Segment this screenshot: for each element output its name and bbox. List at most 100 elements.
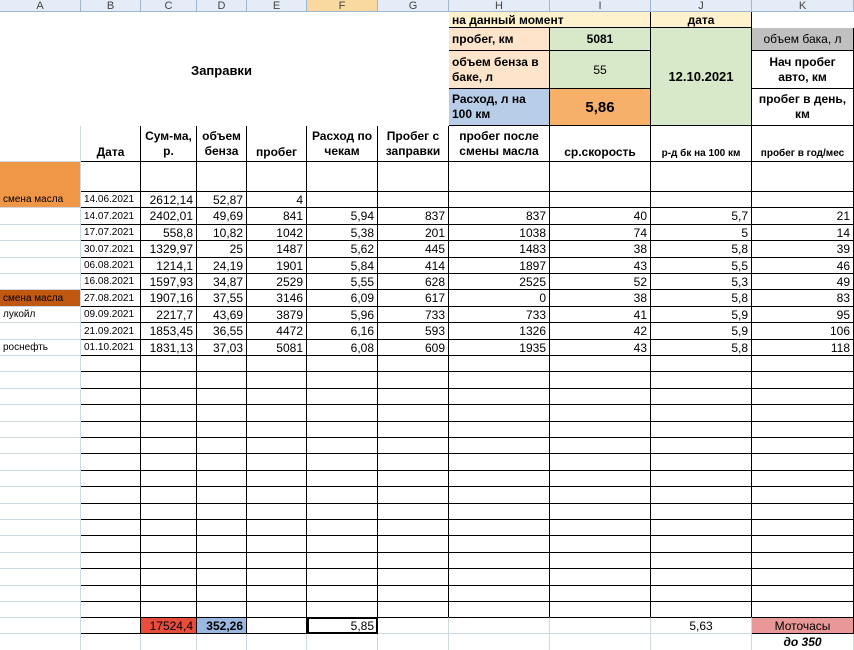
table-cell-rash[interactable]: 5,38 — [307, 225, 378, 241]
cell[interactable] — [197, 162, 247, 192]
total-volume[interactable]: 352,26 — [197, 617, 247, 634]
table-cell-vol[interactable]: 37,03 — [197, 340, 247, 356]
table-cell[interactable] — [141, 504, 197, 520]
table-cell-date[interactable]: 16.08.2021 — [81, 274, 141, 290]
table-cell[interactable] — [378, 569, 449, 586]
column-header-j[interactable]: J — [651, 0, 752, 12]
table-cell-rash[interactable]: 5,55 — [307, 274, 378, 290]
table-cell[interactable] — [307, 438, 378, 454]
table-cell-spd[interactable]: 52 — [550, 274, 651, 290]
table-cell[interactable] — [247, 553, 307, 569]
column-header-c[interactable]: C — [141, 0, 197, 12]
table-cell[interactable] — [307, 520, 378, 536]
table-cell[interactable] — [307, 389, 378, 405]
table-cell[interactable] — [197, 438, 247, 454]
table-cell-vol[interactable]: 36,55 — [197, 323, 247, 340]
table-cell-probeg[interactable]: 2529 — [247, 274, 307, 290]
table-cell[interactable] — [550, 405, 651, 422]
table-cell[interactable] — [197, 372, 247, 389]
table-cell[interactable] — [378, 438, 449, 454]
table-cell[interactable] — [449, 569, 550, 586]
table-cell-vol[interactable]: 25 — [197, 241, 247, 258]
table-cell-probeg[interactable]: 1487 — [247, 241, 307, 258]
cell[interactable] — [0, 389, 81, 405]
table-cell-probeg[interactable]: 5081 — [247, 340, 307, 356]
table-cell[interactable] — [81, 487, 141, 504]
table-cell[interactable] — [752, 372, 854, 389]
table-cell-pg[interactable]: 49 — [752, 274, 854, 290]
table-cell-sum[interactable]: 2612,14 — [141, 192, 197, 208]
table-cell-spd[interactable] — [550, 192, 651, 208]
table-cell[interactable] — [752, 389, 854, 405]
table-cell[interactable] — [141, 520, 197, 536]
table-cell[interactable] — [81, 553, 141, 569]
table-cell[interactable] — [550, 586, 651, 602]
table-cell[interactable] — [550, 536, 651, 553]
table-cell[interactable] — [81, 389, 141, 405]
table-cell-probeg[interactable]: 1901 — [247, 258, 307, 274]
table-cell[interactable] — [378, 389, 449, 405]
table-cell[interactable] — [550, 372, 651, 389]
table-cell[interactable] — [247, 520, 307, 536]
table-cell[interactable] — [449, 471, 550, 487]
table-cell[interactable] — [550, 569, 651, 586]
table-cell[interactable] — [752, 438, 854, 454]
cell[interactable] — [247, 162, 307, 192]
table-cell[interactable] — [197, 586, 247, 602]
table-cell[interactable] — [247, 356, 307, 372]
table-cell-probeg[interactable]: 841 — [247, 208, 307, 225]
table-cell[interactable] — [307, 553, 378, 569]
table-cell[interactable] — [550, 389, 651, 405]
table-cell-spd[interactable]: 41 — [550, 307, 651, 323]
table-cell[interactable] — [81, 471, 141, 487]
cell[interactable] — [247, 617, 307, 634]
cell[interactable] — [81, 634, 141, 650]
table-cell-rd[interactable]: 5,8 — [651, 241, 752, 258]
table-cell[interactable] — [651, 454, 752, 471]
table-cell[interactable] — [651, 553, 752, 569]
column-header-g[interactable]: G — [378, 0, 449, 12]
column-header-b[interactable]: B — [81, 0, 141, 12]
table-cell[interactable] — [550, 487, 651, 504]
table-cell-spd[interactable]: 40 — [550, 208, 651, 225]
table-cell[interactable] — [651, 487, 752, 504]
cell[interactable] — [0, 208, 81, 225]
table-cell[interactable] — [307, 372, 378, 389]
table-cell[interactable] — [81, 520, 141, 536]
cell[interactable] — [550, 634, 651, 650]
table-cell[interactable] — [197, 471, 247, 487]
column-header-i[interactable]: I — [550, 0, 651, 12]
cell[interactable] — [141, 634, 197, 650]
cell[interactable] — [378, 617, 449, 634]
table-cell-rd[interactable]: 5,3 — [651, 274, 752, 290]
cell[interactable] — [449, 634, 550, 650]
table-cell-pm[interactable]: 1038 — [449, 225, 550, 241]
table-cell[interactable] — [197, 569, 247, 586]
cell[interactable] — [81, 162, 141, 192]
total-rashod[interactable]: 5,85 — [307, 617, 378, 634]
table-cell-vol[interactable]: 52,87 — [197, 192, 247, 208]
table-cell-vol[interactable]: 34,87 — [197, 274, 247, 290]
table-cell-date[interactable]: 30.07.2021 — [81, 241, 141, 258]
table-cell-pz[interactable]: 617 — [378, 290, 449, 307]
table-cell-rd[interactable]: 5,5 — [651, 258, 752, 274]
table-cell[interactable] — [651, 471, 752, 487]
table-cell-spd[interactable]: 38 — [550, 290, 651, 307]
table-cell[interactable] — [141, 471, 197, 487]
table-cell-sum[interactable]: 2402,01 — [141, 208, 197, 225]
column-header-h[interactable]: H — [449, 0, 550, 12]
table-cell[interactable] — [752, 553, 854, 569]
row-label[interactable]: смена масла — [0, 290, 81, 307]
table-cell-pz[interactable]: 733 — [378, 307, 449, 323]
table-cell-date[interactable]: 09.09.2021 — [81, 307, 141, 323]
table-cell[interactable] — [378, 553, 449, 569]
table-cell-pg[interactable]: 118 — [752, 340, 854, 356]
table-cell[interactable] — [307, 586, 378, 602]
table-cell[interactable] — [752, 405, 854, 422]
table-cell[interactable] — [449, 422, 550, 438]
table-cell[interactable] — [307, 602, 378, 618]
table-cell-sum[interactable]: 1597,93 — [141, 274, 197, 290]
table-cell[interactable] — [197, 504, 247, 520]
table-cell-rd[interactable]: 5,9 — [651, 323, 752, 340]
cell[interactable] — [0, 258, 81, 274]
